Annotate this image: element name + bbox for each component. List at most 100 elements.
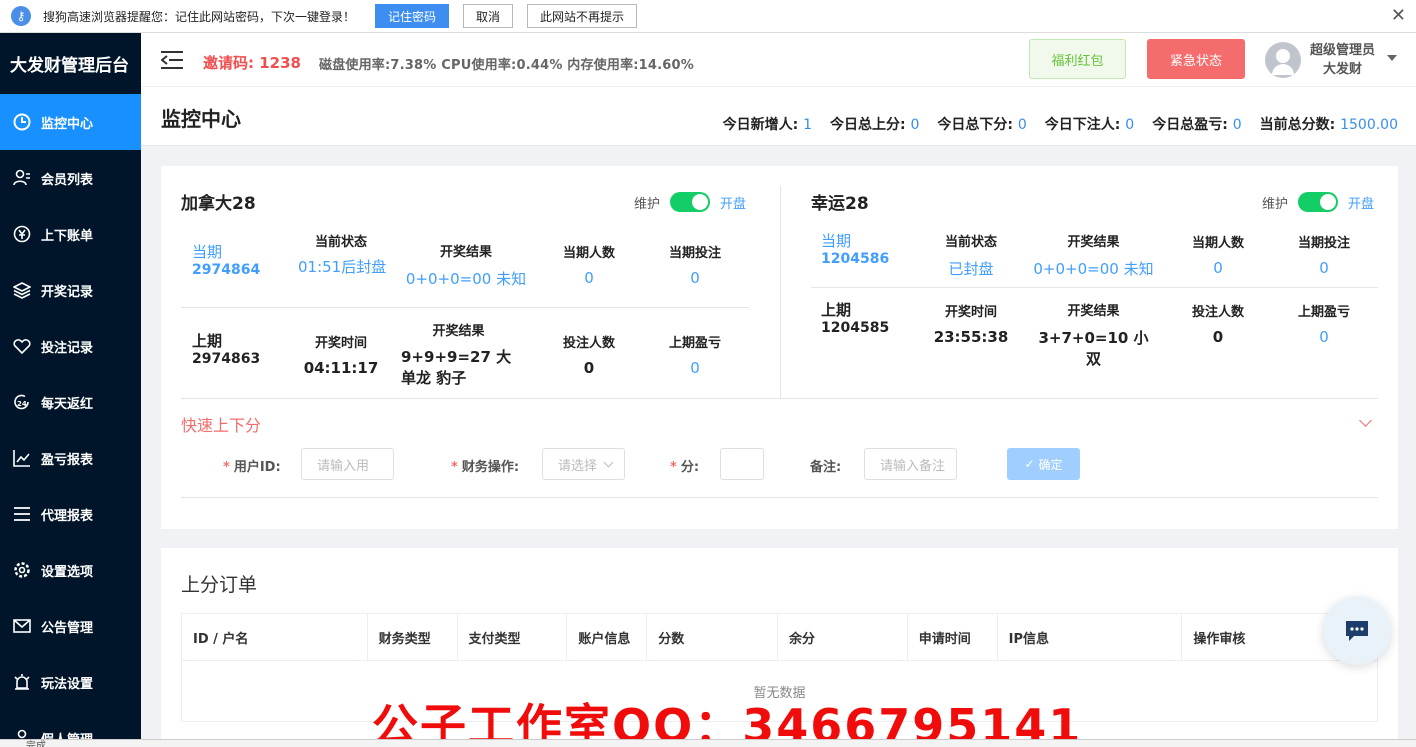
col-account: 账户信息 (567, 614, 648, 660)
check-icon: ✓ (1024, 457, 1035, 471)
stat-bettors: 今日下注人: 0 (1044, 117, 1135, 133)
chevron-down-icon[interactable] (1359, 414, 1372, 427)
caret-down-icon[interactable] (1387, 55, 1397, 61)
finance-op-select[interactable]: 请选择 (542, 448, 625, 480)
score-label: * 分: (670, 460, 700, 475)
current-status: 当前状态 已封盘 (944, 235, 997, 278)
user-id-label: * 用户ID: (223, 460, 281, 475)
divider (181, 307, 749, 308)
last-period: 上期 1204585 (821, 301, 890, 336)
col-balance: 余分 (778, 614, 908, 660)
col-id: ID / 户名 (182, 614, 368, 660)
score-input[interactable] (720, 448, 764, 480)
invite-value: 1238 (259, 54, 301, 72)
user-menu[interactable]: 超级管理员 大发财 (1310, 41, 1375, 79)
note-label: 备注: (810, 460, 842, 475)
orders-table-header: ID / 户名 财务类型 支付类型 账户信息 分数 余分 申请时间 IP信息 操… (181, 613, 1378, 661)
confirm-button[interactable]: ✓ 确定 (1007, 448, 1080, 480)
server-stats: 磁盘使用率:7.38% CPU使用率:0.44% 内存使用率:14.60% (319, 58, 695, 73)
emergency-status-button[interactable]: 紧急状态 (1147, 39, 1245, 79)
last-result: 开奖结果 3+7+0=10 小双 (1038, 304, 1149, 368)
remember-password-button[interactable]: 记住密码 (375, 4, 450, 28)
maintenance-label: 维护 (1262, 196, 1289, 212)
sidebar-item-9[interactable]: 公告管理 (0, 598, 141, 654)
yen-icon (12, 224, 32, 244)
current-count: 当期人数 0 (1191, 236, 1244, 277)
last-period: 上期 2974863 (192, 332, 261, 367)
open-label: 开盘 (1348, 196, 1375, 212)
sidebar-item-label: 每天返红 (41, 396, 94, 412)
brand-title: 大发财管理后台 (0, 33, 141, 94)
sidebar-item-6[interactable]: 盈亏报表 (0, 430, 141, 486)
chevron-down-icon (603, 457, 614, 467)
user-name: 大发财 (1323, 62, 1363, 77)
collapse-menu-icon[interactable] (161, 50, 185, 70)
note-input[interactable]: 请输入备注 (864, 448, 957, 480)
sidebar-item-5[interactable]: 24 每天返红 (0, 374, 141, 430)
chat-button[interactable] (1323, 597, 1391, 665)
monitor-card: 加拿大28 维护 开盘 当期 2974864 当前状态 01:51后封盘 开奖结… (161, 166, 1398, 529)
password-prompt-bar: ⚷ 搜狗高速浏览器提醒您：记住此网站密码，下次一键登录！ 记住密码 取消 此网站… (0, 0, 1416, 33)
divider (181, 497, 1378, 498)
svg-text:24: 24 (17, 400, 27, 408)
game-title: 幸运28 (811, 194, 869, 214)
sidebar-item-0[interactable]: 监控中心 (0, 94, 141, 150)
quick-score-title[interactable]: 快速上下分 (181, 412, 261, 436)
sidebar-item-label: 监控中心 (41, 116, 94, 132)
browser-status-bar: 完成 (0, 739, 1416, 747)
page-title: 监控中心 (161, 107, 241, 131)
top-header: 邀请码: 1238 磁盘使用率:7.38% CPU使用率:0.44% 内存使用率… (141, 33, 1416, 87)
current-count: 当期人数 0 (562, 246, 615, 287)
cancel-button[interactable]: 取消 (463, 4, 514, 28)
sidebar: 大发财管理后台 监控中心会员列表 上下账单开奖记录投注记录 24 每天返红盈亏报表代理… (0, 33, 141, 747)
open-label: 开盘 (720, 196, 747, 212)
col-finance-type: 财务类型 (368, 614, 458, 660)
col-apply-time: 申请时间 (908, 614, 998, 660)
current-bet: 当期投注 0 (668, 246, 721, 287)
prompt-text: 搜狗高速浏览器提醒您：记住此网站密码，下次一键登录！ (43, 9, 356, 24)
sidebar-item-label: 开奖记录 (41, 284, 94, 300)
mail-icon (12, 616, 32, 636)
key-icon: ⚷ (11, 6, 31, 26)
last-profit-loss: 上期盈亏 0 (668, 336, 721, 377)
never-prompt-button[interactable]: 此网站不再提示 (527, 4, 638, 28)
heart-icon (12, 336, 32, 356)
maintenance-switch[interactable] (1298, 192, 1339, 212)
sidebar-item-4[interactable]: 投注记录 (0, 318, 141, 374)
clock-icon (12, 112, 32, 132)
col-ip: IP信息 (998, 614, 1183, 660)
sidebar-item-3[interactable]: 开奖记录 (0, 262, 141, 318)
line-chart-icon (12, 448, 32, 468)
rebate-24-icon: 24 (12, 392, 32, 412)
welfare-redpacket-button[interactable]: 福利红包 (1029, 39, 1126, 79)
chat-icon (1346, 621, 1368, 641)
page-title-band: 监控中心 今日新增人: 1 今日总上分: 0 今日总下分: 0 今日下注人: 0… (141, 87, 1416, 146)
sidebar-item-label: 公告管理 (41, 620, 94, 636)
sidebar-item-8[interactable]: 设置选项 (0, 542, 141, 598)
sidebar-item-7[interactable]: 代理报表 (0, 486, 141, 542)
user-id-input[interactable]: 请输入用 (301, 448, 394, 480)
menu-icon (12, 504, 32, 524)
maintenance-toggle-group: 维护 开盘 (634, 192, 746, 212)
orders-title: 上分订单 (181, 574, 258, 596)
current-status: 当前状态 01:51后封盘 (298, 235, 387, 276)
users-icon (12, 168, 32, 188)
col-score: 分数 (647, 614, 779, 660)
daily-stats: 今日新增人: 1 今日总上分: 0 今日总下分: 0 今日下注人: 0 今日总盈… (723, 114, 1398, 134)
close-icon[interactable]: ✕ (1391, 5, 1406, 26)
sidebar-item-1[interactable]: 会员列表 (0, 150, 141, 206)
sidebar-item-10[interactable]: 玩法设置 (0, 654, 141, 710)
col-pay-type: 支付类型 (458, 614, 568, 660)
stat-total-withdraw: 今日总下分: 0 (937, 117, 1027, 133)
maintenance-label: 维护 (634, 196, 661, 212)
finance-op-label: * 财务操作: (451, 460, 520, 475)
sidebar-item-2[interactable]: 上下账单 (0, 206, 141, 262)
last-bettor-count: 投注人数 0 (1191, 305, 1244, 346)
vertical-divider (780, 186, 781, 398)
maintenance-switch[interactable] (670, 192, 711, 212)
sidebar-item-label: 代理报表 (41, 508, 94, 524)
avatar[interactable] (1265, 42, 1301, 78)
invite-code: 邀请码: 1238 (203, 52, 301, 73)
sidebar-item-label: 盈亏报表 (41, 452, 94, 468)
last-draw-time: 开奖时间 04:11:17 (303, 336, 379, 377)
